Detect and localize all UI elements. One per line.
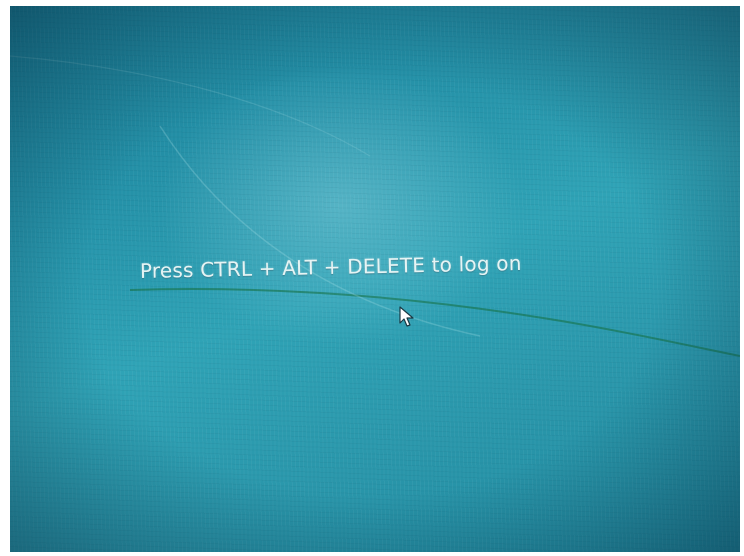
mouse-pointer-icon [399,306,414,327]
photo-frame: Press CTRL + ALT + DELETE to log on [0,0,744,556]
screen-vignette [10,6,740,552]
lock-screen[interactable]: Press CTRL + ALT + DELETE to log on [10,6,740,552]
